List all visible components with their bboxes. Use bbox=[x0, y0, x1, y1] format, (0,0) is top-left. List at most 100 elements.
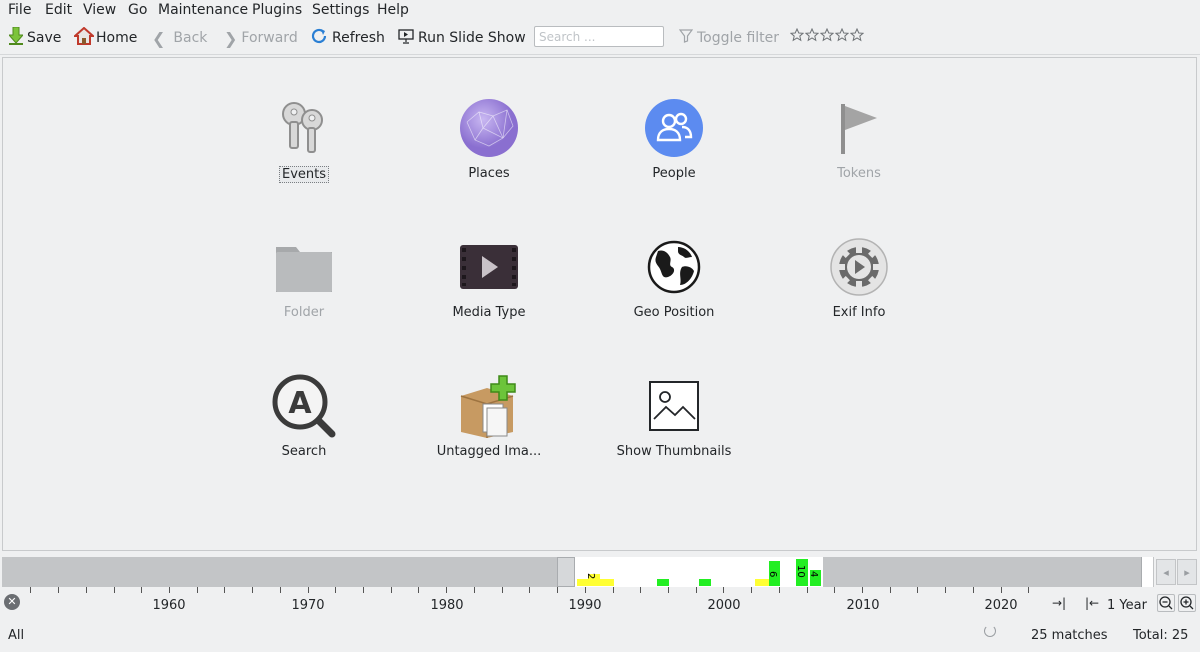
clear-selection-button[interactable]: ✕ bbox=[4, 594, 20, 610]
ruler-tick bbox=[224, 587, 225, 593]
filter-funnel-icon bbox=[678, 29, 694, 47]
back-label: Back bbox=[173, 30, 208, 46]
toggle-filter-button[interactable]: Toggle filter bbox=[678, 27, 779, 49]
category-view: Events Places People Tokens Folder Media… bbox=[2, 57, 1197, 551]
category-places[interactable]: Places bbox=[419, 96, 559, 181]
year-label: 2000 bbox=[707, 598, 741, 613]
category-label: Places bbox=[468, 166, 510, 181]
total-count: Total: 25 bbox=[1133, 628, 1189, 643]
keys-icon bbox=[272, 96, 336, 160]
menu-help[interactable]: Help bbox=[377, 2, 409, 18]
star-icon[interactable] bbox=[849, 27, 865, 46]
rating-filter[interactable] bbox=[789, 27, 865, 46]
category-label: Search bbox=[281, 444, 327, 459]
year-label: 1990 bbox=[568, 598, 602, 613]
camera-gear-icon bbox=[827, 235, 891, 299]
menu-maintenance[interactable]: Maintenance bbox=[158, 2, 248, 18]
category-label: Exif Info bbox=[832, 305, 886, 320]
home-button[interactable]: Home bbox=[72, 26, 137, 49]
folder-icon bbox=[272, 235, 336, 299]
ruler-tick bbox=[280, 587, 281, 593]
category-geo-position[interactable]: Geo Position bbox=[604, 235, 744, 320]
busy-spinner-icon bbox=[984, 625, 996, 637]
category-media-type[interactable]: Media Type bbox=[419, 235, 559, 320]
category-label: People bbox=[652, 166, 696, 181]
ruler-tick bbox=[141, 587, 142, 593]
ruler-tick bbox=[502, 587, 503, 593]
timeline-bar[interactable] bbox=[600, 579, 614, 586]
menu-go[interactable]: Go bbox=[128, 2, 147, 18]
category-untagged-images[interactable]: Untagged Ima... bbox=[419, 374, 559, 459]
refresh-button[interactable]: Refresh bbox=[310, 27, 385, 49]
status-bar: All 25 matches Total: 25 bbox=[0, 622, 1200, 652]
timeline-start-handle[interactable] bbox=[557, 557, 575, 587]
year-label: 2020 bbox=[984, 598, 1018, 613]
year-label: 1960 bbox=[152, 598, 186, 613]
category-label: Tokens bbox=[837, 166, 881, 181]
thumbnail-image-icon bbox=[642, 374, 706, 438]
ruler-tick bbox=[973, 587, 974, 593]
category-show-thumbnails[interactable]: Show Thumbnails bbox=[604, 374, 744, 459]
ruler-tick bbox=[58, 587, 59, 593]
ruler-tick bbox=[779, 587, 780, 593]
ruler-tick bbox=[751, 587, 752, 593]
ruler-tick bbox=[30, 587, 31, 593]
category-exif-info[interactable]: Exif Info bbox=[789, 235, 929, 320]
star-icon[interactable] bbox=[819, 27, 835, 46]
timeline-count: 10 bbox=[795, 565, 806, 578]
star-icon[interactable] bbox=[834, 27, 850, 46]
ruler-tick bbox=[917, 587, 918, 593]
save-arrow-icon bbox=[7, 26, 25, 49]
category-label: Media Type bbox=[452, 305, 526, 320]
timeline-strip[interactable]: 2 6 10 4 bbox=[2, 557, 1154, 587]
year-label: 1980 bbox=[430, 598, 464, 613]
year-label: 1970 bbox=[291, 598, 325, 613]
ruler-tick bbox=[363, 587, 364, 593]
menu-plugins[interactable]: Plugins bbox=[252, 2, 302, 18]
menu-file[interactable]: File bbox=[8, 2, 31, 18]
ruler-tick bbox=[613, 587, 614, 593]
year-label: 2010 bbox=[846, 598, 880, 613]
star-icon[interactable] bbox=[789, 27, 805, 46]
menu-settings[interactable]: Settings bbox=[312, 2, 369, 18]
timeline-scroll-right-button[interactable]: ▸ bbox=[1177, 559, 1197, 585]
zoom-out-button[interactable] bbox=[1157, 594, 1175, 612]
zoom-in-button[interactable] bbox=[1178, 594, 1196, 612]
timeline-selection-window[interactable]: 2 6 10 4 bbox=[575, 557, 823, 587]
slideshow-icon bbox=[398, 28, 414, 48]
refresh-icon bbox=[310, 27, 328, 49]
category-label: Show Thumbnails bbox=[616, 444, 732, 459]
category-folder[interactable]: Folder bbox=[234, 235, 374, 320]
timeline-end-marker[interactable] bbox=[1141, 557, 1153, 587]
search-input[interactable] bbox=[534, 26, 664, 47]
timeline-bar[interactable] bbox=[657, 579, 669, 586]
category-search[interactable]: A Search bbox=[234, 374, 374, 459]
run-slide-show-button[interactable]: Run Slide Show bbox=[398, 27, 526, 49]
places-network-icon bbox=[457, 96, 521, 160]
forward-button[interactable]: ❯ Forward bbox=[224, 27, 298, 49]
ruler-tick bbox=[252, 587, 253, 593]
ruler-tick bbox=[335, 587, 336, 593]
star-icon[interactable] bbox=[804, 27, 820, 46]
category-events[interactable]: Events bbox=[234, 96, 374, 183]
category-people[interactable]: People bbox=[604, 96, 744, 181]
ruler-tick bbox=[890, 587, 891, 593]
category-tokens[interactable]: Tokens bbox=[789, 96, 929, 181]
menu-view[interactable]: View bbox=[83, 2, 116, 18]
forward-label: Forward bbox=[241, 30, 298, 46]
ruler-tick bbox=[114, 587, 115, 593]
search-magnifier-icon: A bbox=[272, 374, 336, 438]
ruler-tick bbox=[945, 587, 946, 593]
timeline-bar[interactable] bbox=[699, 579, 711, 586]
timeline-scroll-left-button[interactable]: ◂ bbox=[1156, 559, 1176, 585]
people-icon bbox=[642, 96, 706, 160]
ruler-tick bbox=[169, 587, 170, 593]
timeline-bar[interactable] bbox=[755, 579, 769, 586]
menu-edit[interactable]: Edit bbox=[45, 2, 72, 18]
flag-icon bbox=[827, 96, 891, 160]
back-button[interactable]: ❮ Back bbox=[152, 27, 207, 49]
globe-icon bbox=[642, 235, 706, 299]
save-button[interactable]: Save bbox=[7, 26, 61, 49]
category-label: Geo Position bbox=[633, 305, 715, 320]
timeline-bar[interactable] bbox=[577, 579, 588, 586]
